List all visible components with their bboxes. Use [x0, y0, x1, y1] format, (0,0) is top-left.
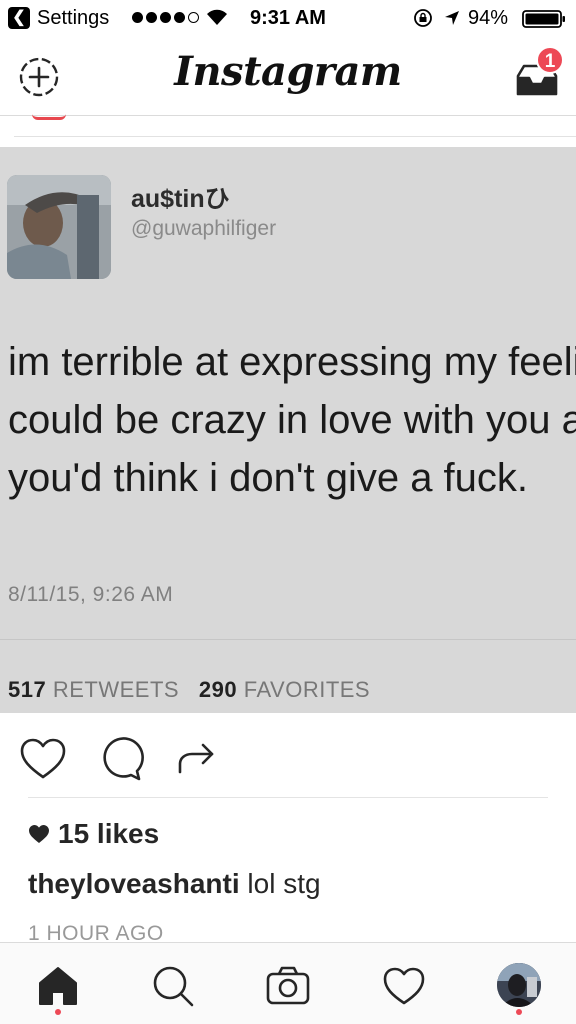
tweet-text: im terrible at expressing my feelings i … [8, 340, 576, 500]
rotation-lock-icon [414, 9, 432, 27]
home-icon[interactable] [35, 963, 81, 1009]
search-icon[interactable] [150, 963, 196, 1009]
battery-percent: 94% [468, 7, 509, 29]
tweet-handle: @guwaphilfiger [131, 217, 277, 240]
profile-avatar[interactable] [497, 963, 541, 1007]
status-bar: ❮ Settings 9:31 AM 94% [0, 0, 576, 40]
post-caption: theyloveashanti lol stg [28, 868, 321, 900]
tweet-avatar [7, 175, 111, 279]
likes-label: 15 likes [58, 818, 160, 849]
comment-icon[interactable] [96, 734, 146, 784]
home-active-dot [55, 1009, 61, 1015]
retweets-label: RETWEETS [52, 677, 180, 702]
tweet-stats: 517 RETWEETS 290 FAVORITES [8, 677, 370, 703]
profile-notification-dot [516, 1009, 522, 1015]
notification-badge[interactable]: 1 [536, 46, 564, 74]
caption-text: lol stg [247, 868, 321, 899]
tweet-timestamp: 8/11/15, 9:26 AM [8, 583, 174, 606]
small-heart-icon [29, 825, 49, 843]
likes-count[interactable]: 15 likes [28, 818, 159, 850]
feed-divider [14, 136, 576, 137]
location-arrow-icon [445, 11, 459, 25]
heart-icon[interactable] [18, 734, 68, 784]
instagram-logo: Instagram [174, 48, 402, 95]
tweet-divider [0, 639, 576, 640]
favorites-label: FAVORITES [243, 677, 371, 702]
post-actions [0, 726, 576, 790]
retweets-count: 517 [8, 677, 47, 702]
activity-heart-icon[interactable] [381, 963, 427, 1009]
share-icon[interactable] [172, 734, 222, 784]
app-header: Instagram 1 [0, 40, 576, 116]
favorites-count: 290 [198, 677, 238, 702]
caption-username[interactable]: theyloveashanti [28, 868, 240, 899]
tweet-display-name: au$tinひ [131, 185, 230, 213]
bottom-tab-bar [0, 942, 576, 1024]
previous-post-edge [32, 114, 66, 120]
battery-icon [522, 10, 565, 28]
actions-divider [28, 797, 548, 798]
camera-icon[interactable] [265, 963, 311, 1009]
post-image[interactable]: au$tinひ @guwaphilfiger im terrible at ex… [0, 147, 576, 713]
